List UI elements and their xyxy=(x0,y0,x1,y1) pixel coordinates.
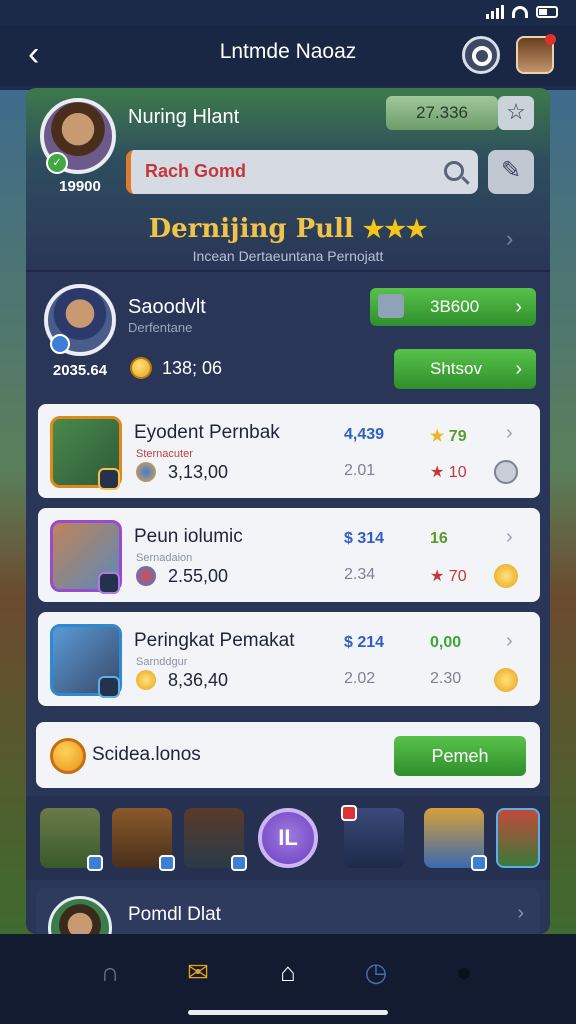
mail-icon[interactable]: ✉ xyxy=(178,952,218,992)
item-stat-star: ★ 79 xyxy=(430,428,467,445)
item-stat-green: 16 xyxy=(430,530,448,547)
player-name: Saoodvlt xyxy=(128,296,206,318)
coin-stack-icon xyxy=(494,460,518,484)
item-price: 3,13,00 xyxy=(168,462,229,482)
bottom-card[interactable]: Pomdl Dlat › xyxy=(36,888,540,960)
target-icon-button[interactable] xyxy=(462,36,500,74)
search-input[interactable]: Rach Gomd xyxy=(126,150,478,194)
item-stat-red: ★ 10 xyxy=(430,464,467,481)
app-header: ‹ Lntmde Naoaz xyxy=(0,26,576,86)
item-value-a: 4,439 xyxy=(344,426,385,443)
chevron-right-icon: › xyxy=(517,902,524,924)
claim-button[interactable]: 3B600 › xyxy=(370,288,536,326)
item-value-b: 2.01 xyxy=(344,462,376,479)
friend-avatar[interactable] xyxy=(112,808,175,871)
star-icon: ★ xyxy=(430,568,449,585)
list-item[interactable]: Peringkat Pemakat Sarnddgur 8,36,40 $ 21… xyxy=(38,612,540,706)
search-icon[interactable] xyxy=(444,161,464,181)
coin-icon xyxy=(50,738,86,774)
promo-button[interactable]: Pemeh xyxy=(394,736,526,776)
show-button[interactable]: Shtsov › xyxy=(394,349,536,389)
item-title: Eyodent Pernbak xyxy=(134,422,280,443)
item-price: 8,36,40 xyxy=(168,670,229,690)
profile-name: Nuring Hlant xyxy=(128,106,240,128)
wifi-icon xyxy=(512,6,528,18)
item-stat-grey: 2.30 xyxy=(430,670,462,687)
coin-icon xyxy=(130,357,152,379)
item-subtitle: Sarnddgur xyxy=(136,656,188,668)
battery-icon xyxy=(536,6,558,18)
friend-avatar[interactable] xyxy=(496,808,540,868)
friend-avatar[interactable] xyxy=(424,808,487,871)
coin-balance: 27.336 xyxy=(386,96,498,130)
coin-icon xyxy=(136,670,156,690)
headset-icon[interactable]: ∩ xyxy=(90,952,130,992)
friend-badge-icon xyxy=(341,805,357,821)
section-title: Dernijing Pull ★★★ xyxy=(148,214,428,244)
search-value: Rach Gomd xyxy=(145,161,247,181)
bottom-title: Pomdl Dlat xyxy=(128,904,221,925)
item-value-b: 2.34 xyxy=(344,566,376,583)
smiley-coin-icon xyxy=(494,564,518,588)
friend-badge-icon xyxy=(471,855,487,871)
signal-icon xyxy=(486,5,504,19)
friend-badge-icon xyxy=(159,855,175,871)
item-title: Peun iolumic xyxy=(134,526,243,547)
chevron-right-icon: › xyxy=(506,526,513,548)
chevron-right-icon[interactable]: › xyxy=(506,226,513,252)
item-subtitle: Sternacuter xyxy=(136,448,193,460)
chevron-right-icon: › xyxy=(506,422,513,444)
bag-icon[interactable]: ⌂ xyxy=(268,952,308,992)
profile-icon[interactable]: ● xyxy=(444,952,484,992)
item-badge-icon xyxy=(98,468,120,490)
player-coins: 138; 06 xyxy=(162,358,223,378)
star-icon: ★ xyxy=(430,428,449,445)
notification-dot xyxy=(545,34,556,45)
center-action-button[interactable]: IL xyxy=(258,808,318,868)
rating-stars-icon: ★★★ xyxy=(362,214,428,243)
item-title: Peringkat Pemakat xyxy=(134,630,295,651)
edit-button[interactable]: ✎ xyxy=(488,150,534,194)
player-subtitle: Derfentane xyxy=(128,320,193,335)
home-indicator xyxy=(188,1010,388,1015)
friend-badge-icon xyxy=(87,855,103,871)
item-value-b: 2.02 xyxy=(344,670,376,687)
chevron-right-icon: › xyxy=(515,358,522,380)
profile-score: 19900 xyxy=(59,178,101,195)
user-avatar-button[interactable] xyxy=(516,34,556,74)
player-score: 2035.64 xyxy=(52,362,108,379)
item-subtitle: Sernadaion xyxy=(136,552,193,564)
friend-avatar[interactable] xyxy=(341,805,404,868)
friend-avatar[interactable] xyxy=(40,808,103,871)
star-icon: ★ xyxy=(430,464,449,481)
list-item[interactable]: Eyodent Pernbak Sternacuter 3,13,00 4,43… xyxy=(38,404,540,498)
section-subtitle: Incean Dertaeuntana Pernojatt xyxy=(192,248,384,264)
friend-badge-icon xyxy=(231,855,247,871)
chevron-right-icon: › xyxy=(515,296,522,318)
promo-card: Scidea.lonos Pemeh xyxy=(36,722,540,788)
item-badge-icon xyxy=(98,572,120,594)
item-stat-green: 0,00 xyxy=(430,634,462,651)
status-bar xyxy=(0,0,576,26)
promo-text: Scidea.lonos xyxy=(92,744,201,765)
player-badge-icon xyxy=(50,334,70,354)
item-value-a: $ 214 xyxy=(344,634,385,651)
favorite-star-button[interactable]: ☆ xyxy=(498,96,534,130)
smiley-coin-icon xyxy=(494,668,518,692)
gem-icon xyxy=(136,566,156,586)
divider xyxy=(26,270,550,272)
item-stat-red: ★ 70 xyxy=(430,568,467,585)
chevron-right-icon: › xyxy=(506,630,513,652)
clock-icon[interactable]: ◷ xyxy=(356,952,396,992)
friend-avatar[interactable] xyxy=(184,808,247,871)
chest-icon xyxy=(378,294,404,318)
gem-icon xyxy=(136,462,156,482)
item-badge-icon xyxy=(98,676,120,698)
item-value-a: $ 314 xyxy=(344,530,385,547)
item-price: 2.55,00 xyxy=(168,566,229,586)
level-badge-icon: ✓ xyxy=(46,152,68,174)
list-item[interactable]: Peun iolumic Sernadaion 2.55,00 $ 314 2.… xyxy=(38,508,540,602)
